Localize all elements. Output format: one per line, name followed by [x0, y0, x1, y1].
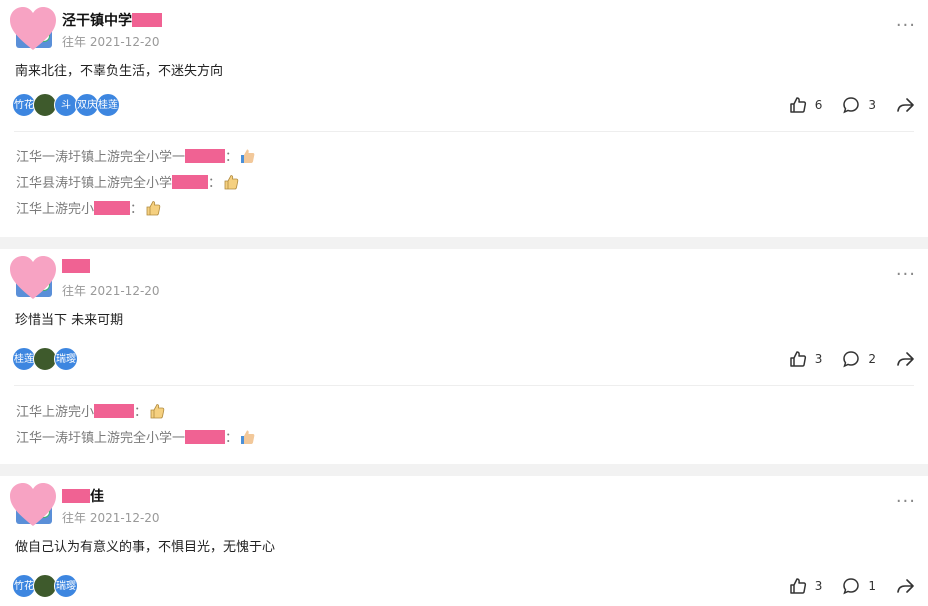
post-actions: 3 2: [769, 349, 914, 369]
divider: [14, 385, 914, 386]
post-card: 佳 往年 2021-12-20 ··· 做自己认为有意义的事，不惧目光，无愧于心…: [0, 476, 928, 606]
comment-item[interactable]: 江华一涛圩镇上游完全小学一：: [16, 148, 256, 174]
avatar[interactable]: [10, 483, 56, 526]
redaction: [185, 149, 226, 163]
thumbs-up-emoji-icon: [224, 175, 239, 190]
thumbs-up-emoji-icon: [241, 149, 255, 163]
thumbs-up-emoji-icon: [241, 430, 255, 444]
comment-button[interactable]: 3: [842, 96, 876, 114]
comment-list: 江华上游完小： 江华一涛圩镇上游完全小学一：: [16, 403, 256, 455]
post-actions: 6 3: [769, 95, 914, 115]
redaction: [94, 404, 135, 418]
thumbs-up-icon: [789, 351, 806, 367]
post-card: 往年 2021-12-20 ··· 珍惜当下 未来可期 桂莲 瑞璎 3 2 江华…: [0, 249, 928, 464]
post-time: 往年 2021-12-20: [62, 35, 160, 49]
redaction: [132, 13, 162, 27]
redaction: [94, 201, 131, 215]
comment-button[interactable]: 2: [842, 350, 876, 368]
avatar[interactable]: [10, 7, 56, 50]
heart-sticker-icon: [10, 256, 56, 299]
divider: [14, 131, 914, 132]
thumbs-up-emoji-icon: [146, 201, 161, 216]
liker-avatar[interactable]: 瑞璎: [54, 574, 78, 598]
share-arrow-icon: [897, 579, 914, 593]
comment-bubble-icon: [843, 97, 860, 114]
more-dots-icon[interactable]: ···: [896, 17, 916, 35]
author-name[interactable]: [62, 259, 90, 275]
comment-button[interactable]: 1: [842, 577, 876, 595]
comment-bubble-icon: [843, 351, 860, 368]
comment-bubble-icon: [843, 578, 860, 595]
redaction: [172, 175, 209, 189]
redaction: [185, 430, 226, 444]
like-count: 3: [814, 352, 823, 366]
like-button[interactable]: 3: [789, 577, 823, 595]
comment-list: 江华一涛圩镇上游完全小学一： 江华县涛圩镇上游完全小学： 江华上游完小：: [16, 148, 256, 226]
liker-avatar[interactable]: 瑞璎: [54, 347, 78, 371]
post-time: 往年 2021-12-20: [62, 284, 160, 298]
share-arrow-icon: [897, 98, 914, 112]
post-time: 往年 2021-12-20: [62, 511, 160, 525]
comment-count: 3: [868, 98, 876, 112]
redaction: [62, 259, 90, 273]
like-button[interactable]: 6: [789, 96, 823, 114]
post-content: 南来北往，不辜负生活，不迷失方向: [15, 64, 224, 79]
comment-item[interactable]: 江华上游完小：: [16, 403, 256, 429]
more-dots-icon[interactable]: ···: [896, 493, 916, 511]
share-button[interactable]: [896, 96, 914, 114]
like-count: 6: [814, 98, 823, 112]
liker-avatar[interactable]: 桂莲: [96, 93, 120, 117]
author-name[interactable]: 佳: [62, 486, 104, 506]
thumbs-up-emoji-icon: [150, 404, 165, 419]
redaction: [62, 489, 90, 503]
post-content: 珍惜当下 未来可期: [15, 313, 124, 328]
like-button[interactable]: 3: [789, 350, 823, 368]
share-button[interactable]: [896, 350, 914, 368]
comment-count: 1: [868, 579, 876, 593]
comment-item[interactable]: 江华一涛圩镇上游完全小学一：: [16, 429, 256, 455]
heart-sticker-icon: [10, 483, 56, 526]
thumbs-up-icon: [789, 97, 806, 113]
post-card: 泾干镇中学 往年 2021-12-20 ··· 南来北往，不辜负生活，不迷失方向…: [0, 0, 928, 237]
comment-item[interactable]: 江华县涛圩镇上游完全小学：: [16, 174, 256, 200]
like-count: 3: [814, 579, 823, 593]
share-button[interactable]: [896, 577, 914, 595]
author-name[interactable]: 泾干镇中学: [62, 10, 162, 30]
avatar[interactable]: [10, 256, 56, 299]
heart-sticker-icon: [10, 7, 56, 50]
comment-count: 2: [868, 352, 876, 366]
share-arrow-icon: [897, 352, 914, 366]
more-dots-icon[interactable]: ···: [896, 266, 916, 284]
thumbs-up-icon: [789, 578, 806, 594]
post-actions: 3 1: [769, 576, 914, 596]
post-content: 做自己认为有意义的事，不惧目光，无愧于心: [15, 540, 276, 555]
comment-item[interactable]: 江华上游完小：: [16, 200, 256, 226]
